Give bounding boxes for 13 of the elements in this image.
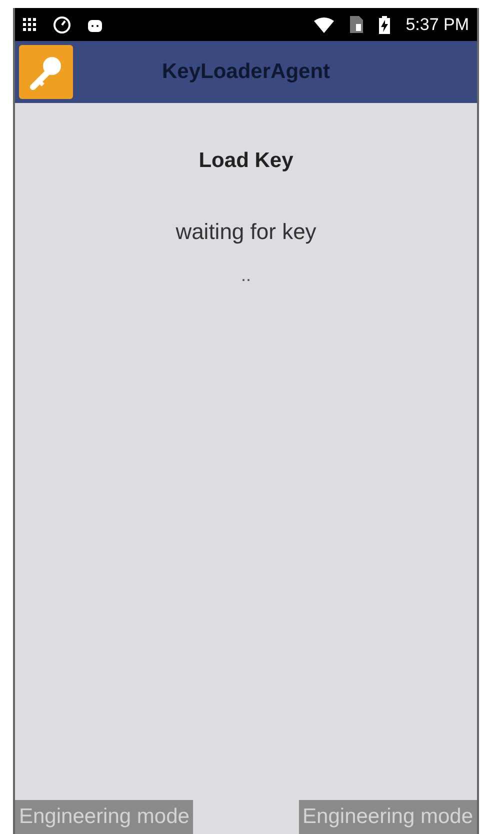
gauge-icon [53,16,71,34]
engineering-mode-button[interactable]: Engineering mode [298,800,477,834]
sim-card-icon [350,16,363,33]
heading: Load Key [198,148,294,174]
progress-dots: .. [240,264,251,286]
battery-charging-icon [378,16,390,34]
grid-icon [23,18,37,32]
app-title: KeyLoaderAgent [162,60,330,84]
clock-time: 5:37 PM [406,14,469,36]
engineering-mode-button[interactable]: Engineering mode [15,800,194,834]
key-icon[interactable] [19,45,73,99]
wifi-icon [314,16,334,32]
status-message: waiting for key [176,218,316,246]
